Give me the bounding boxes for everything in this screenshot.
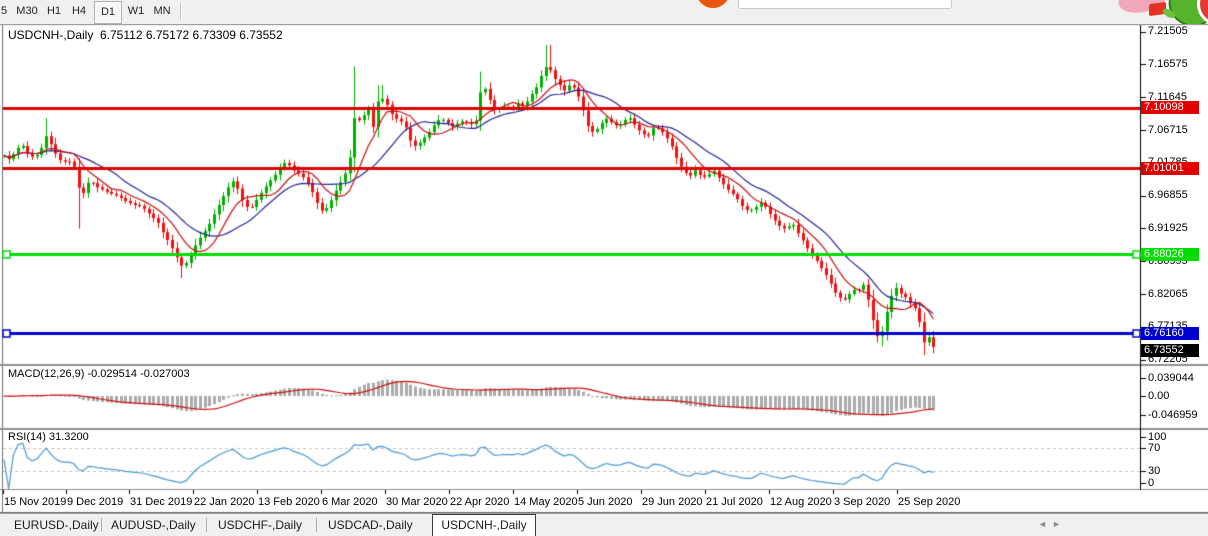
tab-scroll-right-icon[interactable]: ► [1052,519,1061,529]
date-axis-label: 12 Aug 2020 [770,496,832,508]
date-axis-label: 29 Jun 2020 [642,496,703,508]
timeframe-d1-button[interactable]: D1 [94,1,122,24]
tab-separator [101,518,102,532]
tab-separator [206,518,207,532]
symbol-tabbar: EURUSD-,Daily AUDUSD-,Daily USDCHF-,Dail… [0,513,1208,536]
hline-price-label: 6.88026 [1141,248,1199,261]
timeframe-w1-button[interactable]: W1 [123,1,149,22]
tab-usdcad[interactable]: USDCAD-,Daily [328,514,413,536]
date-axis-label: 14 May 2020 [514,496,578,508]
timeframe-h1-button[interactable]: H1 [42,1,66,22]
timeframe-m5-button[interactable]: 5 [0,1,10,22]
price-chart-canvas[interactable] [0,24,1208,513]
price-axis-tick: 7.21505 [1148,25,1188,37]
timeframe-m30-button[interactable]: M30 [12,1,42,22]
mt4-window: { "toolbar": { "timeframes": ["5", "M30"… [0,0,1208,535]
date-axis-label: 9 Dec 2019 [67,496,123,508]
date-axis-label: 30 Mar 2020 [386,496,448,508]
rsi-axis-tick: 70 [1148,442,1160,454]
tab-usdcnh-active[interactable]: USDCNH-,Daily [432,514,536,536]
macd-axis-tick: 0.00 [1148,390,1169,402]
current-price-label: 6.73552 [1141,344,1199,357]
date-axis-label: 13 Feb 2020 [258,496,320,508]
date-axis-label: 5 Jun 2020 [578,496,632,508]
price-axis-tick: 7.16575 [1148,58,1188,70]
chart-window: USDCNH-,Daily 6.75112 6.75172 6.73309 6.… [0,24,1208,513]
rsi-axis-tick: 30 [1148,465,1160,477]
tab-eurusd[interactable]: EURUSD-,Daily [14,514,99,536]
date-axis-label: 15 Nov 2019 [4,496,66,508]
hline-price-label: 7.10098 [1141,101,1199,114]
date-axis-label: 21 Jul 2020 [706,496,763,508]
share-widget-box [738,0,952,9]
macd-axis-tick: 0.039044 [1148,372,1194,384]
toolbar-separator [180,3,182,20]
hline-price-label: 7.01001 [1141,162,1199,175]
date-axis-label: 31 Dec 2019 [130,496,192,508]
macd-axis-tick: -0.046959 [1148,409,1198,421]
date-axis-label: 6 Mar 2020 [322,496,378,508]
timeframe-h4-button[interactable]: H4 [67,1,91,22]
timeframe-toolbar: 5 M30 H1 H4 D1 W1 MN [0,0,1208,25]
share-widget-fragment-icon [696,0,730,8]
rsi-indicator-label: RSI(14) 31.3200 [8,431,89,443]
tab-audusd[interactable]: AUDUSD-,Daily [111,514,196,536]
macd-indicator-label: MACD(12,26,9) -0.029514 -0.027003 [8,368,190,380]
date-axis-label: 22 Jan 2020 [194,496,255,508]
tab-usdchf[interactable]: USDCHF-,Daily [218,514,302,536]
rsi-axis-tick: 0 [1148,477,1154,489]
price-axis-tick: 6.82065 [1148,288,1188,300]
tab-scroll-left-icon[interactable]: ◄ [1038,519,1047,529]
hline-price-label: 6.76160 [1141,327,1199,340]
chart-title: USDCNH-,Daily 6.75112 6.75172 6.73309 6.… [8,28,283,42]
date-axis-label: 25 Sep 2020 [898,496,960,508]
price-axis-tick: 7.06715 [1148,124,1188,136]
timeframe-mn-button[interactable]: MN [149,1,175,22]
price-axis-tick: 6.91925 [1148,222,1188,234]
date-axis-label: 3 Sep 2020 [834,496,890,508]
price-axis-tick: 6.96855 [1148,189,1188,201]
tab-separator [316,518,317,532]
date-axis-label: 22 Apr 2020 [450,496,509,508]
